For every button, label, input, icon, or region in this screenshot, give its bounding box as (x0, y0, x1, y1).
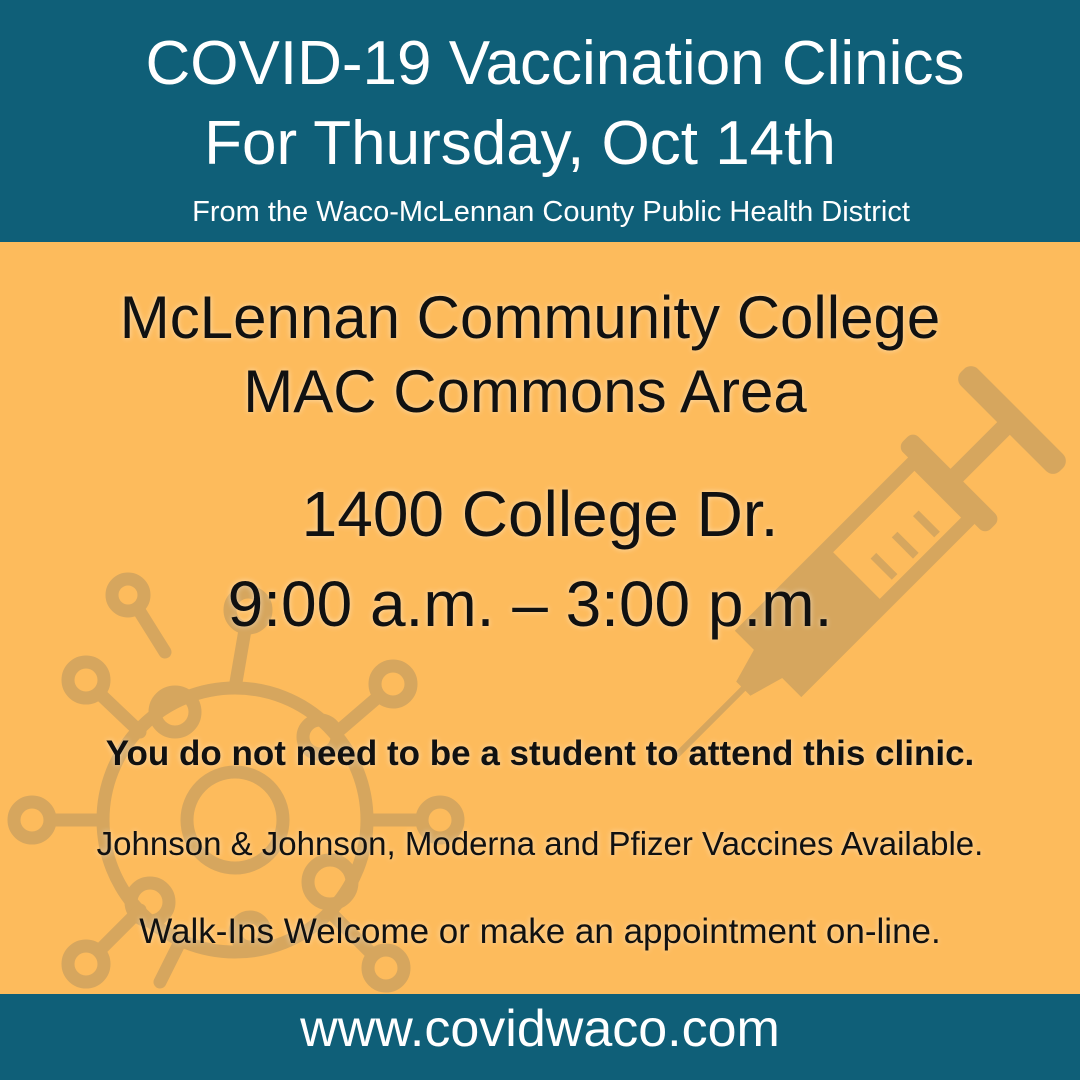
clinic-hours: 9:00 a.m. – 3:00 p.m. (227, 568, 833, 640)
address: 1400 College Dr. (301, 478, 779, 550)
website-url[interactable]: www.covidwaco.com (0, 998, 1080, 1060)
venue-area: MAC Commons Area (243, 358, 807, 425)
subtitle: From the Waco-McLennan County Public Hea… (192, 196, 910, 228)
walk-in-note: Walk-Ins Welcome or make an appointment … (139, 912, 941, 951)
info-panel: McLennan Community College MAC Commons A… (0, 242, 1080, 994)
footer-banner: www.covidwaco.com (0, 994, 1080, 1080)
title-line-2: For Thursday, Oct 14th (204, 109, 836, 178)
title-line-1: COVID-19 Vaccination Clinics (145, 29, 965, 98)
vaccines-available: Johnson & Johnson, Moderna and Pfizer Va… (96, 825, 984, 862)
venue-name: McLennan Community College (119, 284, 941, 351)
eligibility-note: You do not need to be a student to atten… (105, 734, 975, 773)
header-banner: COVID-19 Vaccination Clinics For Thursda… (0, 0, 1080, 242)
